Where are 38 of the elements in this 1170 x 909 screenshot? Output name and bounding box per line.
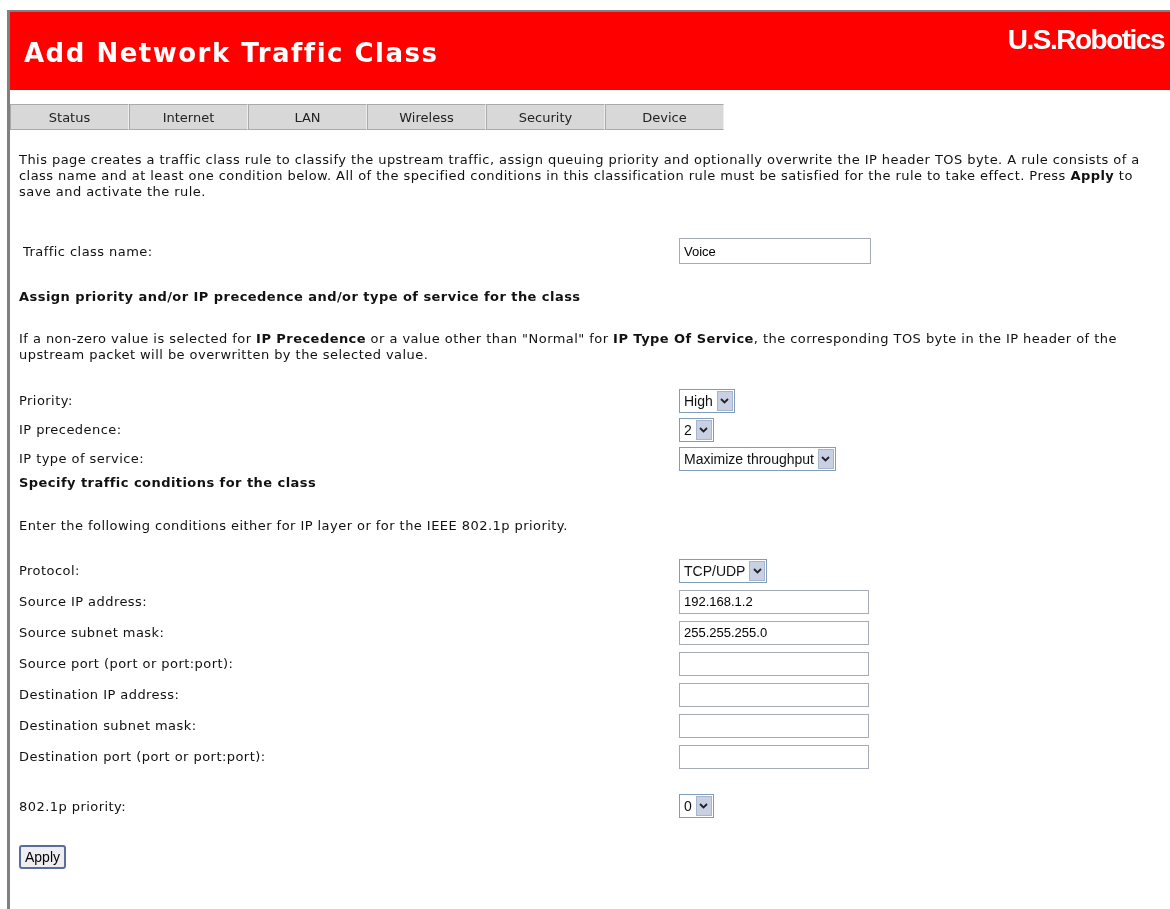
field-label: Source IP address: — [19, 594, 149, 609]
input-field[interactable]: 192.168.1.2 — [679, 589, 869, 614]
field-label: IP precedence: — [19, 422, 123, 437]
page-title: Add Network Traffic Class — [24, 38, 439, 68]
dropdown[interactable]: High — [679, 388, 735, 413]
field-label: Destination port (port or port:port): — [19, 749, 267, 764]
dropdown[interactable]: TCP/UDP — [679, 558, 768, 583]
nav-tab[interactable]: Device — [605, 104, 724, 130]
input-field[interactable]: Voice — [679, 238, 871, 264]
intro-text: This page creates a traffic class rule to classify the upstream traffic, assign queuing priority and optionally overwrite the IP header TOS byte. A rule consists of a class name and at least one condition below. All of the specified conditions in this classification rule must be satisfied for the rule to take effect. Press Apply to save and activate the rule. — [19, 152, 1141, 200]
field-label: Source port (port or port:port): — [19, 656, 235, 671]
input-field[interactable] — [679, 713, 869, 738]
nav-tab[interactable]: Security — [486, 104, 605, 130]
dropdown[interactable]: 0 — [679, 794, 714, 818]
input-field[interactable]: 255.255.255.0 — [679, 620, 869, 645]
nav-tab[interactable]: Status — [10, 104, 129, 130]
field-label: Destination IP address: — [19, 687, 181, 702]
field-label: Traffic class name: — [23, 243, 154, 259]
field-label: Priority: — [19, 393, 74, 408]
dropdown[interactable]: Maximize throughput — [679, 446, 836, 471]
apply-button[interactable]: Apply — [19, 845, 67, 869]
input-field[interactable] — [679, 651, 869, 676]
input-field[interactable] — [679, 744, 869, 769]
field-label: Protocol: — [19, 563, 81, 578]
nav-tab[interactable]: LAN — [248, 104, 367, 130]
section-heading: Specify traffic conditions for the class — [19, 475, 318, 490]
nav-tab[interactable]: Wireless — [367, 104, 486, 130]
field-label: Destination subnet mask: — [19, 718, 198, 733]
nav-tab[interactable]: Internet — [129, 104, 248, 130]
field-label: Source subnet mask: — [19, 625, 166, 640]
section-heading: Assign priority and/or IP precedence and/or type of service for the class — [19, 289, 582, 304]
field-label: 802.1p priority: — [19, 798, 128, 814]
field-label: IP type of service: — [19, 451, 146, 466]
section-note: If a non-zero value is selected for IP Precedence or a value other than "Normal" for IP Type Of Service, the corresponding TOS byte in the IP header of the upstream packet will be overwritten by the selected value. — [19, 331, 1118, 363]
logo: U.S.Robotics — [1007, 24, 1164, 56]
section-note: Enter the following conditions either for IP layer or for the IEEE 802.1p priority. — [19, 518, 569, 534]
dropdown[interactable]: 2 — [679, 417, 714, 442]
input-field[interactable] — [679, 682, 869, 707]
